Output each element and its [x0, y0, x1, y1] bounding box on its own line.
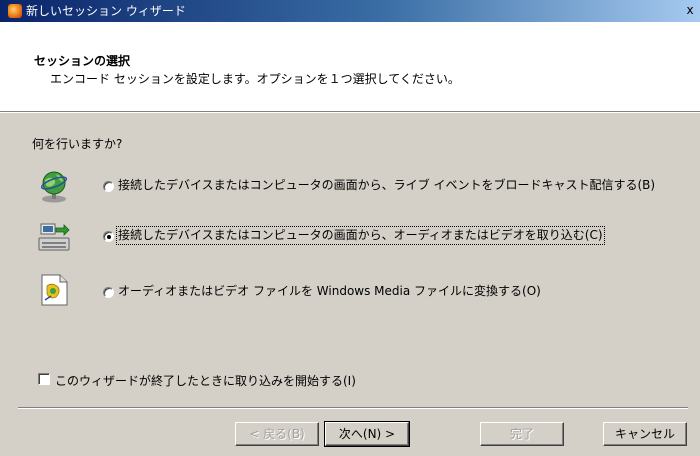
footer-divider: [18, 407, 688, 409]
option-broadcast-radio[interactable]: [103, 181, 114, 192]
header-title: セッションの選択: [34, 54, 131, 68]
header-subtitle: エンコード セッションを設定します。オプションを１つ選択してください。: [50, 72, 460, 86]
next-button[interactable]: 次へ(N) >: [324, 421, 410, 447]
app-icon: [8, 4, 22, 18]
option-capture-radio[interactable]: [103, 231, 114, 242]
wizard-header: セッションの選択 エンコード セッションを設定します。オプションを１つ選択してく…: [0, 22, 700, 111]
question-label: 何を行いますか?: [32, 137, 123, 151]
title-bar: 新しいセッション ウィザード x: [0, 0, 700, 22]
option-broadcast-label[interactable]: 接続したデバイスまたはコンピュータの画面から、ライブ イベントをブロードキャスト…: [118, 178, 663, 193]
finish-button[interactable]: 完了: [480, 422, 564, 446]
back-button[interactable]: < 戻る(B): [235, 422, 319, 446]
option-convert-radio[interactable]: [103, 287, 114, 298]
option-capture-label[interactable]: 接続したデバイスまたはコンピュータの画面から、オーディオまたはビデオを取り込む(…: [116, 226, 605, 245]
start-capture-checkbox[interactable]: [38, 373, 50, 385]
window-title: 新しいセッション ウィザード: [26, 4, 186, 18]
start-capture-label[interactable]: このウィザードが終了したときに取り込みを開始する(I): [55, 372, 356, 389]
close-button[interactable]: x: [682, 3, 698, 17]
header-divider: [0, 111, 700, 113]
convert-file-icon: [41, 274, 68, 306]
capture-device-icon: [38, 223, 70, 251]
cancel-button[interactable]: キャンセル: [603, 422, 687, 446]
broadcast-globe-icon: [40, 171, 68, 203]
option-convert-label[interactable]: オーディオまたはビデオ ファイルを Windows Media ファイルに変換す…: [118, 284, 541, 299]
